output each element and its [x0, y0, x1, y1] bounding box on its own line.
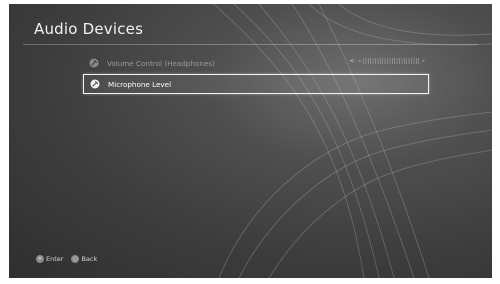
- button-guide: ✕ Enter ○ Back: [36, 255, 105, 263]
- back-label: Back: [81, 255, 98, 263]
- cross-button-icon: ✕: [36, 255, 44, 263]
- volume-level-bar: [363, 58, 420, 64]
- wrench-icon: [89, 58, 99, 68]
- menu-item-volume-control[interactable]: Volume Control (Headphones) ◀) ◂ ▸: [83, 53, 429, 73]
- enter-label: Enter: [46, 255, 64, 263]
- decrease-arrow-icon: ◂: [357, 58, 361, 64]
- speaker-icon: ◀): [349, 58, 355, 64]
- menu-item-label: Volume Control (Headphones): [107, 58, 215, 68]
- enter-hint[interactable]: ✕ Enter: [36, 255, 63, 263]
- wrench-icon: [90, 79, 100, 89]
- page-title: Audio Devices: [34, 20, 144, 38]
- screen: Audio Devices Volume Control (Headphones…: [9, 4, 492, 278]
- menu-item-microphone-level[interactable]: Microphone Level: [83, 74, 429, 94]
- title-divider: [23, 44, 478, 45]
- increase-arrow-icon: ▸: [422, 58, 425, 64]
- volume-slider: ◀) ◂ ▸: [349, 58, 425, 64]
- menu-item-label: Microphone Level: [108, 79, 172, 89]
- back-hint[interactable]: ○ Back: [71, 255, 97, 263]
- circle-button-icon: ○: [71, 255, 80, 263]
- wave-background: [213, 4, 492, 278]
